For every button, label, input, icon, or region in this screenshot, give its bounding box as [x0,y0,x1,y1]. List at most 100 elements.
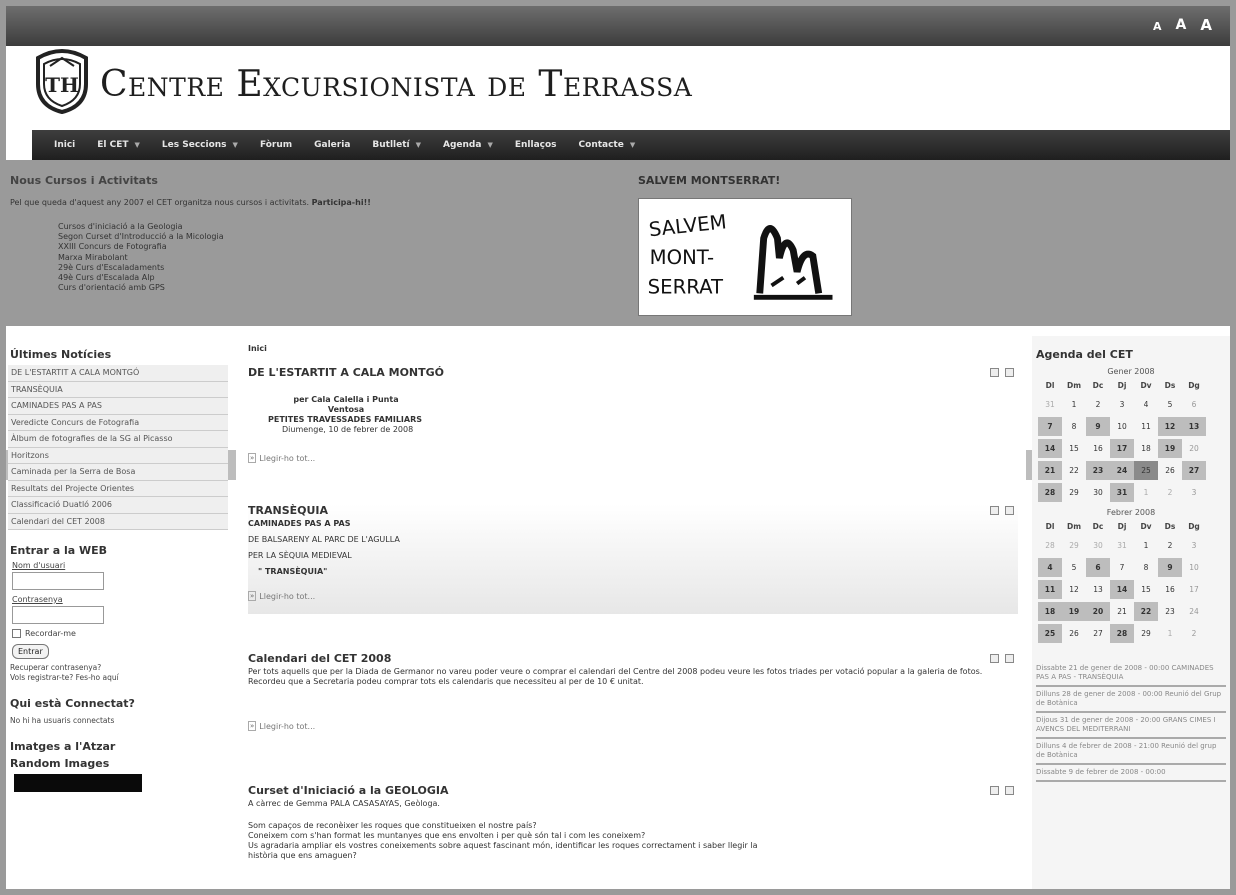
calendar-day: 21 [1117,607,1127,616]
calendar-day: 15 [1141,585,1151,594]
news-item[interactable]: CAMINADES PAS A PAS [8,398,228,415]
course-link[interactable]: Curs d'orientació amb GPS [58,283,224,293]
banner-intro-bold: Participa-hi!! [311,198,371,207]
news-item[interactable]: Àlbum de fotografies de la SG al Picasso [8,431,228,448]
pdf-icon[interactable] [990,506,999,515]
nav-item-3[interactable]: Fòrum [260,140,292,150]
calendar-day[interactable]: 20 [1086,602,1110,621]
pdf-icon[interactable] [990,654,999,663]
breadcrumb[interactable]: Inici [248,344,267,353]
calendar-day[interactable]: 17 [1110,439,1134,458]
username-input[interactable] [12,572,104,590]
nav-item-1[interactable]: El CET ▼ [97,140,140,150]
read-more-link[interactable]: » Llegir-ho tot... [248,721,1018,731]
article-title[interactable]: Curset d'Iniciació a la GEOLOGIA [248,784,1018,797]
calendar-day[interactable]: 11 [1038,580,1062,599]
font-size-controls: A A A [1153,16,1212,34]
calendar-day[interactable]: 19 [1062,602,1086,621]
calendar-day[interactable]: 28 [1110,624,1134,643]
course-link[interactable]: 29è Curs d'Escaladaments [58,263,224,273]
news-item[interactable]: DE L'ESTARTIT A CALA MONTGÓ [8,365,228,382]
read-more-link[interactable]: » Llegir-ho tot... [248,591,1018,601]
nav-item-7[interactable]: Enllaços [515,140,557,150]
news-item[interactable]: Classificació Duatló 2006 [8,497,228,514]
course-link[interactable]: XXIII Concurs de Fotografia [58,242,224,252]
calendar-day[interactable]: 24 [1110,461,1134,480]
news-item[interactable]: Horitzons [8,447,228,464]
course-link[interactable]: Segon Curset d'Introducció a la Micologi… [58,232,224,242]
nav-item-8[interactable]: Contacte ▼ [579,140,636,150]
calendar-day: 6 [1191,400,1197,409]
calendar-day: 2 [1095,400,1101,409]
calendar-day[interactable]: 13 [1182,417,1206,436]
news-item[interactable]: Calendari del CET 2008 [8,513,228,530]
news-item[interactable]: Veredicte Concurs de Fotografia [8,414,228,431]
site-logo[interactable]: TH [30,48,94,114]
calendar-day[interactable]: 27 [1182,461,1206,480]
calendar-day[interactable]: 19 [1158,439,1182,458]
calendar-day: 22 [1069,466,1079,475]
calendar-day[interactable]: 7 [1038,417,1062,436]
calendar-day[interactable]: 12 [1158,417,1182,436]
nav-item-2[interactable]: Les Seccions ▼ [162,140,238,150]
calendar-day[interactable]: 25 [1038,624,1062,643]
calendar-day[interactable]: 21 [1038,461,1062,480]
calendar-day[interactable]: 9 [1158,558,1182,577]
font-small-button[interactable]: A [1153,20,1162,34]
course-link[interactable]: Marxa Mirabolant [58,253,224,263]
news-item[interactable]: Caminada per la Serra de Bosa [8,464,228,481]
calendar-day[interactable]: 14 [1038,439,1062,458]
site-title[interactable]: Centre Excursionista de Terrassa [100,64,692,105]
print-icon[interactable] [1005,368,1014,377]
font-medium-button[interactable]: A [1176,17,1187,34]
lost-password-link[interactable]: Recuperar contrasenya? [10,663,230,673]
upcoming-event[interactable]: Dissabte 21 de gener de 2008 - 00:00 CAM… [1036,661,1226,687]
calendar-day[interactable]: 28 [1038,483,1062,502]
calendar-day: 7 [1119,563,1125,572]
calendar-day: 30 [1093,488,1103,497]
calendar-day[interactable]: 9 [1086,417,1110,436]
nav-item-4[interactable]: Galeria [314,140,350,150]
pdf-icon[interactable] [990,786,999,795]
article-title[interactable]: Calendari del CET 2008 [248,652,1018,665]
article-title[interactable]: DE L'ESTARTIT A CALA MONTGÓ [248,366,1018,379]
calendar-day: 24 [1189,607,1199,616]
nav-item-0[interactable]: Inici [54,140,75,150]
calendar-day[interactable]: 18 [1038,602,1062,621]
remember-checkbox[interactable] [12,629,21,638]
save-montserrat-image[interactable]: SALVEM MONT- SERRAT [638,198,852,316]
print-icon[interactable] [1005,506,1014,515]
register-link[interactable]: Vols registrar-te? Fes-ho aquí [10,673,230,683]
upcoming-event[interactable]: Dissabte 9 de febrer de 2008 - 00:00 [1036,765,1226,782]
course-link[interactable]: 49è Curs d'Escalada Alp [58,273,224,283]
calendar-day[interactable]: 22 [1134,602,1158,621]
print-icon[interactable] [1005,654,1014,663]
upcoming-event[interactable]: Dilluns 4 de febrer de 2008 - 21:00 Reun… [1036,739,1226,765]
article-title[interactable]: TRANSÈQUIA [248,504,1018,517]
password-label: Contrasenya [12,595,63,604]
course-link[interactable]: Cursos d'iniciació a la Geologia [58,222,224,232]
calendar-day[interactable]: 4 [1038,558,1062,577]
calendar-day[interactable]: 6 [1086,558,1110,577]
upcoming-event[interactable]: Dilluns 28 de gener de 2008 - 00:00 Reun… [1036,687,1226,713]
login-button[interactable]: Entrar [12,644,49,659]
calendar-title-jan: Gener 2008 [1107,367,1155,376]
calendar-day[interactable]: 31 [1110,483,1134,502]
calendar-day: 16 [1093,444,1103,453]
calendar-day: 31 [1045,400,1055,409]
calendar-day[interactable]: 23 [1086,461,1110,480]
read-more-link[interactable]: » Llegir-ho tot... [248,453,1018,463]
pdf-icon[interactable] [990,368,999,377]
print-icon[interactable] [1005,786,1014,795]
upcoming-events: Dissabte 21 de gener de 2008 - 00:00 CAM… [1036,661,1226,782]
font-large-button[interactable]: A [1200,16,1212,34]
password-input[interactable] [12,606,104,624]
nav-item-6[interactable]: Agenda ▼ [443,140,493,150]
news-item[interactable]: TRANSÈQUIA [8,381,228,398]
nav-item-5[interactable]: Butlletí ▼ [372,140,421,150]
upcoming-event[interactable]: Dijous 31 de gener de 2008 - 20:00 GRANS… [1036,713,1226,739]
random-image[interactable] [14,774,142,792]
calendar-day[interactable]: 14 [1110,580,1134,599]
remember-me[interactable]: Recordar-me [12,629,230,638]
news-item[interactable]: Resultats del Projecte Orientes [8,480,228,497]
